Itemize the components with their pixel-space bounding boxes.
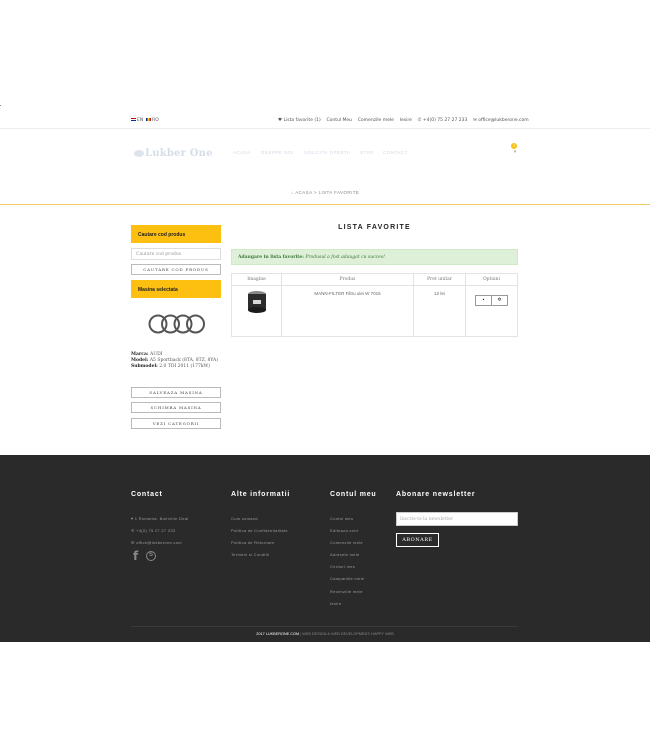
footer-account-link[interactable]: Campaniile mele (330, 576, 364, 581)
page-marker (0, 105, 1, 106)
nav-news[interactable]: Stiri (360, 150, 374, 155)
orders-link[interactable]: Comenzile mele (358, 118, 394, 123)
car-specs: Marca: AUDI Model: A5 Sportback (8TA, 8T… (131, 352, 221, 370)
delete-icon: ✲ (497, 297, 502, 303)
col-product: Produs (281, 273, 414, 286)
envelope-icon: ✉ (473, 118, 477, 123)
footer-account-link[interactable]: Adresele mele (330, 552, 359, 557)
footer-account-link[interactable]: Comenzile mele (330, 540, 363, 545)
footer-divider (131, 626, 518, 627)
footer-account-link[interactable]: Editeaza cont (330, 528, 358, 533)
product-options: ▪ ✲ (465, 285, 518, 337)
copyright-brand[interactable]: 2017 LUKBERONE.COM (256, 632, 299, 636)
breadcrumb-separator: > (313, 190, 317, 195)
ro-flag-icon (146, 118, 152, 121)
footer-account-title: Contul meu (330, 491, 377, 498)
col-price: Pret unitar (413, 273, 466, 286)
footer-account-link[interactable]: Recenziile mele (330, 589, 363, 594)
success-alert: Adaugare in lista favorite: Produsul a f… (231, 249, 518, 265)
search-code-button[interactable]: Cautare cod produs (131, 264, 221, 275)
heart-icon: ♥ (278, 118, 283, 123)
phone-link[interactable]: ✆ +4(0) 75 27 27 233 (418, 118, 468, 123)
logout-link[interactable]: Iesire (400, 118, 412, 123)
envelope-icon: ✉ (131, 540, 135, 545)
uk-flag-icon (131, 118, 136, 121)
logo-mark-icon (134, 150, 144, 157)
account-link[interactable]: Contul Meu (326, 118, 352, 123)
favorites-link[interactable]: ♥ Lista favorite (1) (278, 118, 321, 123)
change-car-button[interactable]: Schimba masina (131, 402, 221, 413)
favorites-table: Imagine Produs Pret unitar Optiuni MANN-… (231, 273, 518, 337)
lang-ro[interactable]: RO (146, 118, 159, 123)
view-categories-button[interactable]: Vezi categorii (131, 418, 221, 429)
location-icon: ⦁ (131, 516, 134, 521)
cart-button[interactable]: 0 ▾ (511, 143, 519, 156)
footer-account-link[interactable]: Contul meu (330, 516, 353, 521)
footer-phone[interactable]: ✆ +4(0) 75 27 27 233 (131, 528, 175, 533)
nav-contact[interactable]: Contact (383, 150, 408, 155)
footer-address: ⦁ 1 Romania, Bulrichin Deal (131, 516, 189, 521)
oil-filter-image[interactable] (246, 290, 268, 314)
breadcrumb-home[interactable]: ACASA (295, 190, 312, 195)
product-image-cell (231, 285, 282, 337)
email-link[interactable]: ✉ office@lukberone.com (473, 118, 529, 123)
phone-icon: ✆ (131, 528, 135, 533)
footer-info-link[interactable]: Termeni si Conditii (231, 552, 269, 557)
product-name[interactable]: MANN-FILTER Filtru ulei W 7015 (281, 285, 414, 337)
alert-title: Adaugare in lista favorite: (238, 255, 304, 260)
skype-icon[interactable]: S (146, 551, 156, 561)
nav-about[interactable]: Despre noi (261, 150, 294, 155)
search-code-header: Cautare cod produs (131, 225, 221, 243)
nav-home[interactable]: Acasa (233, 150, 251, 155)
footer-info-link[interactable]: Cum comand (231, 516, 258, 521)
table-row: MANN-FILTER Filtru ulei W 7015 12 lei ▪ ✲ (231, 285, 518, 337)
page-title: LISTA FAVORITE (338, 224, 411, 231)
remove-favorite-button[interactable]: ✲ (491, 295, 508, 306)
footer-account-link[interactable]: Cerdurl mes (330, 564, 355, 569)
breadcrumb-current: LISTA FAVORITE (318, 190, 360, 195)
save-car-button[interactable]: Salveaza masina (131, 387, 221, 398)
col-image: Imagine (231, 273, 282, 286)
breadcrumb: ⌂ ACASA > LISTA FAVORITE (0, 190, 650, 195)
add-to-cart-button[interactable]: ▪ (475, 295, 492, 306)
footer-email[interactable]: ✉ office@lukberone.com (131, 540, 182, 545)
language-selector: EN RO (131, 118, 159, 123)
footer-info-link[interactable]: Politica de Returnare (231, 540, 275, 545)
selected-car-header: Masina selectata (131, 280, 221, 298)
phone-icon: ✆ (417, 118, 422, 123)
newsletter-email-input[interactable]: Inscrie-te la newsletter (396, 512, 518, 526)
table-header-row: Imagine Produs Pret unitar Optiuni (231, 273, 518, 286)
home-icon: ⌂ (290, 190, 294, 195)
footer-newsletter-title: Abonare newsletter (396, 491, 476, 498)
footer-account-link[interactable]: Iesire (330, 601, 342, 606)
top-links: ♥ Lista favorite (1) Contul Meu Comenzil… (278, 118, 529, 123)
site-logo[interactable]: Lukber One (134, 148, 213, 159)
nav-quote[interactable]: Solicita oferta (304, 150, 351, 155)
lang-en[interactable]: EN (131, 118, 143, 123)
facebook-icon[interactable]: f (133, 549, 138, 563)
copyright-credits[interactable]: | WEB DESIGN & WEB DEVELOPMENT: HAPPY WE… (299, 632, 394, 636)
col-options: Optiuni (465, 273, 518, 286)
car-submodel: Submodel: 2.0 TDI 2011 (177kW) (131, 364, 210, 369)
alert-message: Produsul a fost adaugat cu succes! (305, 255, 385, 260)
footer-contact-title: Contact (131, 491, 163, 498)
search-code-input[interactable]: Cautare cod produs (131, 248, 221, 260)
cart-icon: ▪ (482, 297, 485, 303)
footer-info-title: Alte informatii (231, 491, 291, 498)
newsletter-subscribe-button[interactable]: ABONARE (396, 533, 439, 547)
copyright: 2017 LUKBERONE.COM | WEB DESIGN & WEB DE… (0, 632, 650, 636)
product-price: 12 lei (413, 285, 466, 337)
cart-icon: ▾ (513, 149, 517, 155)
site-footer (0, 455, 650, 642)
audi-logo (148, 314, 205, 334)
footer-info-link[interactable]: Politica de Confidentialitate (231, 528, 288, 533)
